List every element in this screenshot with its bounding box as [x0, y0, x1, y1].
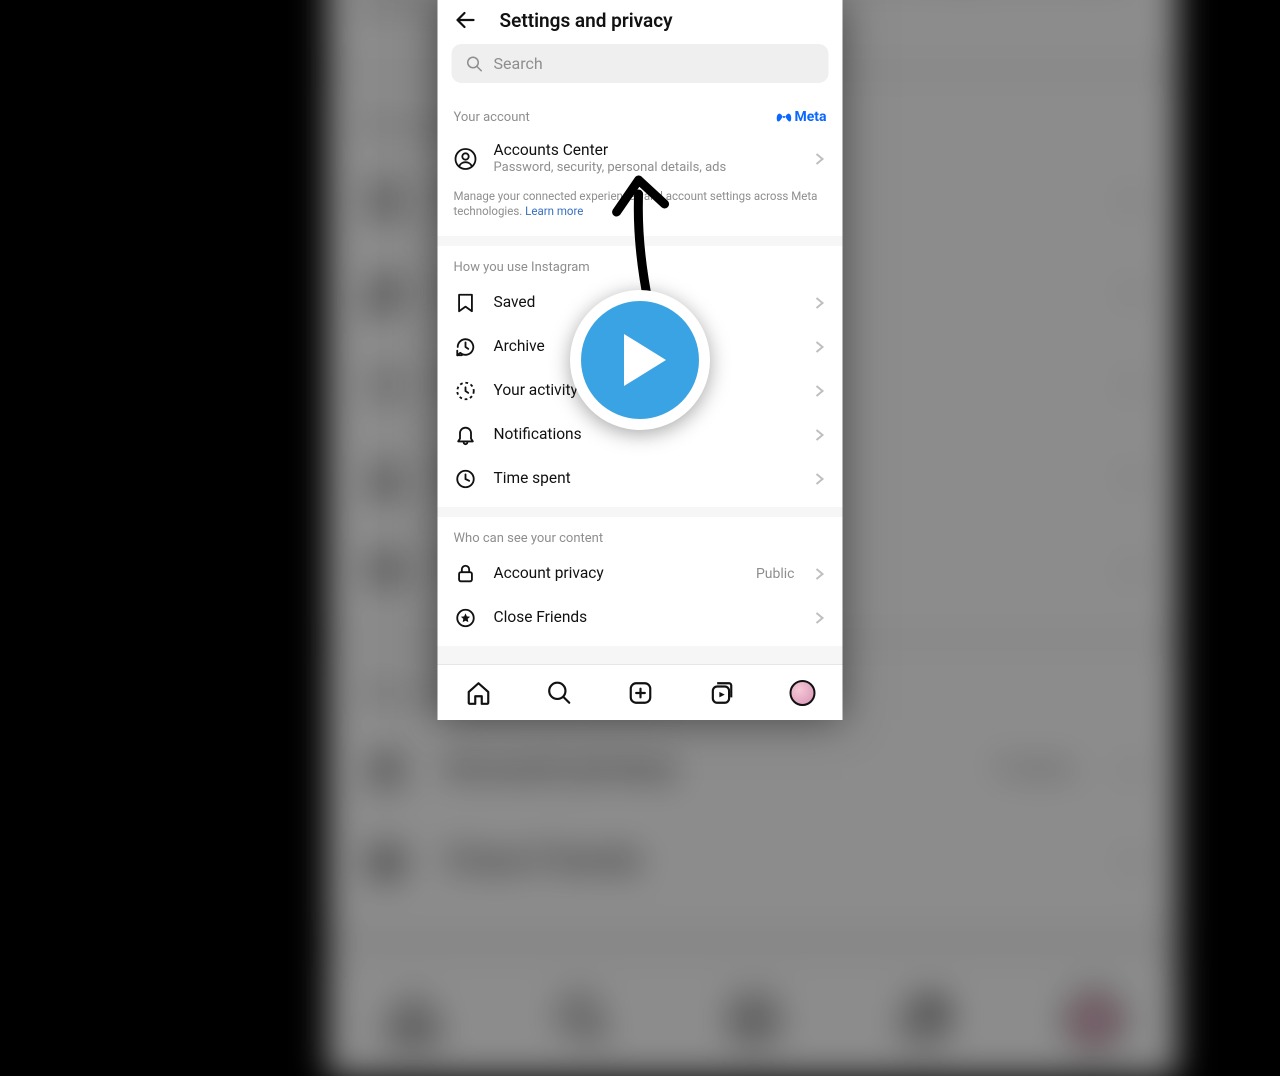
meta-brand-text: Meta — [794, 109, 826, 125]
chevron-right-icon — [813, 472, 827, 486]
page-title: Settings and privacy — [500, 9, 673, 32]
search-icon — [466, 55, 484, 73]
section-visibility: Who can see your content Account privacy… — [438, 517, 843, 646]
chevron-right-icon — [813, 296, 827, 310]
chevron-right-icon — [813, 567, 827, 581]
row-title: Time spent — [494, 469, 797, 488]
nav-home-icon[interactable] — [465, 680, 491, 706]
nav-search-icon[interactable] — [546, 680, 572, 706]
bottom-navbar — [438, 664, 843, 720]
nav-new-post-icon[interactable] — [627, 680, 653, 706]
nav-profile-avatar[interactable] — [789, 680, 815, 706]
row-time-spent[interactable]: Time spent — [438, 457, 843, 501]
nav-reels-icon[interactable] — [708, 680, 734, 706]
chevron-right-icon — [813, 340, 827, 354]
search-placeholder: Search — [494, 54, 543, 73]
accounts-center-footnote: Manage your connected experiences and ac… — [438, 187, 843, 230]
bell-icon — [454, 423, 478, 447]
star-circle-icon — [454, 606, 478, 630]
back-arrow-icon[interactable] — [454, 8, 478, 32]
search-input[interactable]: Search — [452, 44, 829, 83]
chevron-right-icon — [813, 152, 827, 166]
section-label: How you use Instagram — [454, 260, 590, 275]
clock-icon — [454, 467, 478, 491]
meta-brand-link[interactable]: Meta — [775, 109, 826, 125]
section-label: Your account — [454, 110, 530, 125]
video-play-button[interactable] — [570, 290, 710, 430]
row-subtitle: Password, security, personal details, ad… — [494, 160, 797, 176]
row-value: Public — [756, 566, 795, 582]
row-title: Account privacy — [494, 564, 740, 583]
meta-logo-icon — [775, 111, 792, 123]
account-circle-icon — [454, 147, 478, 171]
play-icon — [581, 301, 699, 419]
row-accounts-center[interactable]: Accounts Center Password, security, pers… — [438, 131, 843, 187]
chevron-right-icon — [813, 384, 827, 398]
chevron-right-icon — [813, 611, 827, 625]
chevron-right-icon — [813, 428, 827, 442]
archive-history-icon — [454, 335, 478, 359]
bookmark-icon — [454, 291, 478, 315]
row-account-privacy[interactable]: Account privacy Public — [438, 552, 843, 596]
row-close-friends[interactable]: Close Friends — [438, 596, 843, 640]
avatar — [789, 680, 815, 706]
learn-more-link[interactable]: Learn more — [525, 204, 583, 218]
row-title: Accounts Center — [494, 141, 797, 160]
lock-icon — [454, 562, 478, 586]
row-title: Close Friends — [494, 608, 797, 627]
header-bar: Settings and privacy — [438, 0, 843, 44]
section-your-account: Your account Meta Accounts Center Passwo… — [438, 95, 843, 236]
activity-dashed-clock-icon — [454, 379, 478, 403]
section-label: Who can see your content — [454, 531, 604, 546]
